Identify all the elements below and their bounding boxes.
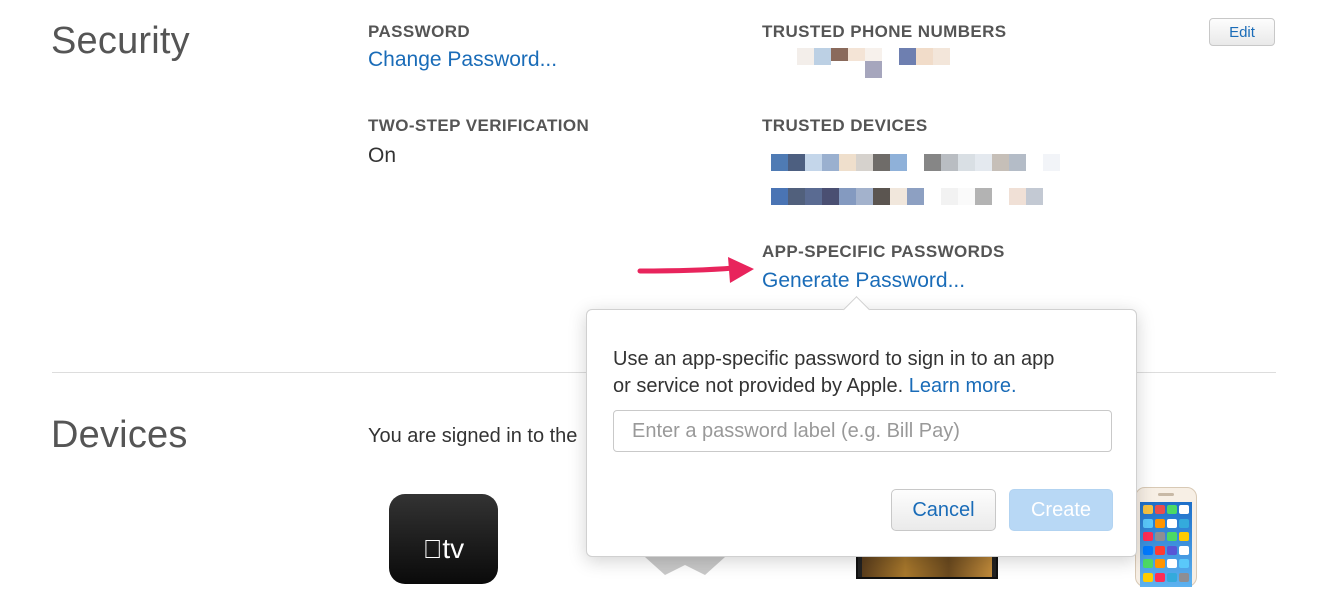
redaction-pixel <box>797 48 814 65</box>
redaction-pixel <box>882 48 899 65</box>
popover-description: Use an app-specific password to sign in … <box>613 346 1113 400</box>
redaction-pixel <box>958 188 975 205</box>
redaction-pixel <box>873 188 890 205</box>
app-tile-icon <box>1155 545 1165 555</box>
cancel-button[interactable]: Cancel <box>891 489 996 531</box>
redaction-pixel <box>1026 154 1043 171</box>
two-step-label: TWO-STEP VERIFICATION <box>368 116 590 135</box>
trusted-phones-label: TRUSTED PHONE NUMBERS <box>762 22 1007 41</box>
devices-intro-text: You are signed in to the <box>368 425 578 447</box>
app-tile-icon <box>1167 505 1177 514</box>
app-tile-icon <box>1167 572 1177 582</box>
redaction-pixel <box>822 188 839 205</box>
app-tile-icon <box>1143 559 1153 568</box>
app-tile-icon <box>1167 545 1177 555</box>
redaction-pixel <box>788 154 805 171</box>
popover-text-line1: Use an app-specific password to sign in … <box>613 348 1055 370</box>
redacted-phone-number-fragment <box>831 61 882 78</box>
redacted-device-1 <box>771 154 1060 171</box>
two-step-value: On <box>368 144 397 167</box>
redaction-pixel <box>933 48 950 65</box>
redaction-pixel <box>899 48 916 65</box>
change-password-link[interactable]: Change Password... <box>368 48 557 72</box>
redaction-pixel <box>839 188 856 205</box>
redaction-pixel <box>1026 188 1043 205</box>
redaction-pixel <box>992 188 1009 205</box>
redaction-pixel <box>975 154 992 171</box>
redaction-pixel <box>788 188 805 205</box>
popover-text-line2: or service not provided by Apple. <box>613 375 904 397</box>
app-tile-icon <box>1143 505 1153 514</box>
redaction-pixel <box>907 188 924 205</box>
redaction-pixel <box>848 61 865 78</box>
apple-logo-icon:  <box>423 534 443 564</box>
redaction-pixel <box>958 154 975 171</box>
redaction-pixel <box>805 154 822 171</box>
redaction-pixel <box>992 154 1009 171</box>
redaction-pixel <box>941 154 958 171</box>
redaction-pixel <box>822 154 839 171</box>
app-password-popover: Use an app-specific password to sign in … <box>586 309 1137 557</box>
redaction-pixel <box>839 154 856 171</box>
redaction-pixel <box>1009 188 1026 205</box>
app-passwords-label: APP-SPECIFIC PASSWORDS <box>762 242 1005 261</box>
iphone-screen <box>1140 502 1192 587</box>
redaction-pixel <box>1009 154 1026 171</box>
app-tile-icon <box>1179 545 1189 555</box>
redaction-pixel <box>1043 154 1060 171</box>
redaction-pixel <box>1043 188 1060 205</box>
app-tile-icon <box>1143 532 1153 541</box>
password-label: PASSWORD <box>368 22 471 41</box>
redaction-pixel <box>814 48 831 65</box>
redaction-pixel <box>924 188 941 205</box>
redaction-pixel <box>856 188 873 205</box>
edit-button[interactable]: Edit <box>1209 18 1275 46</box>
iphone-device-icon[interactable] <box>1135 487 1197 587</box>
redaction-pixel <box>873 154 890 171</box>
redaction-pixel <box>924 154 941 171</box>
create-button[interactable]: Create <box>1009 489 1113 531</box>
apple-tv-device[interactable]: tv <box>389 494 498 584</box>
redacted-device-2 <box>771 188 1060 205</box>
app-tile-icon <box>1143 545 1153 555</box>
app-tile-icon <box>1155 505 1165 514</box>
devices-heading: Devices <box>51 414 188 456</box>
redaction-pixel <box>771 154 788 171</box>
redaction-pixel <box>856 154 873 171</box>
redaction-pixel <box>771 188 788 205</box>
redaction-pixel <box>865 61 882 78</box>
app-tile-icon <box>1179 532 1189 541</box>
security-heading: Security <box>51 20 190 62</box>
app-tile-icon <box>1179 505 1189 514</box>
app-tile-icon <box>1143 572 1153 582</box>
redaction-pixel <box>831 61 848 78</box>
app-tile-icon <box>1155 532 1165 541</box>
redaction-pixel <box>907 154 924 171</box>
app-tile-icon <box>1155 518 1165 528</box>
app-tile-icon <box>1167 532 1177 541</box>
password-label-input[interactable] <box>613 410 1112 452</box>
app-tile-icon <box>1179 559 1189 568</box>
iphone-speaker <box>1158 493 1174 496</box>
app-tile-icon <box>1179 518 1189 528</box>
annotation-arrow-icon <box>637 257 754 283</box>
app-tile-icon <box>1155 559 1165 568</box>
apple-tv-label: tv <box>432 533 464 564</box>
app-tile-icon <box>1155 572 1165 582</box>
learn-more-link[interactable]: Learn more. <box>909 375 1017 397</box>
app-tile-icon <box>1143 518 1153 528</box>
app-tile-icon <box>1167 518 1177 528</box>
redaction-pixel <box>890 154 907 171</box>
redaction-pixel <box>805 188 822 205</box>
trusted-devices-label: TRUSTED DEVICES <box>762 116 928 135</box>
redaction-pixel <box>916 48 933 65</box>
generate-password-link[interactable]: Generate Password... <box>762 269 965 293</box>
redaction-pixel <box>975 188 992 205</box>
redaction-pixel <box>941 188 958 205</box>
app-tile-icon <box>1179 572 1189 582</box>
redaction-pixel <box>890 188 907 205</box>
app-tile-icon <box>1167 559 1177 568</box>
